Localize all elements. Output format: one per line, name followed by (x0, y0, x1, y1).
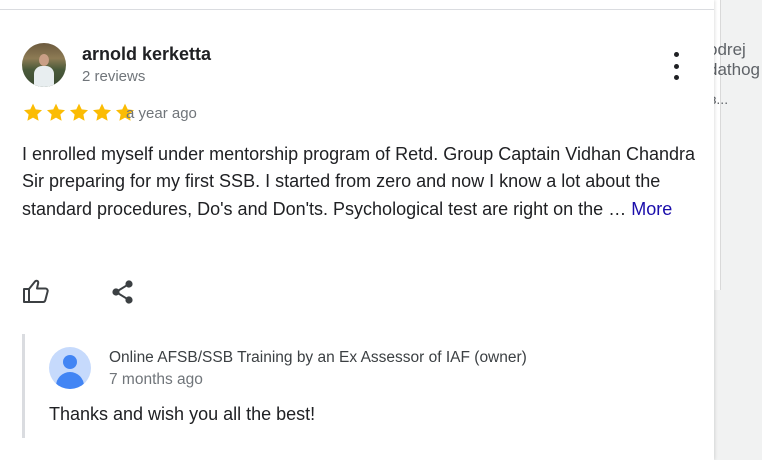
more-vert-icon-dot (673, 75, 679, 80)
thumb-up-icon (23, 279, 49, 303)
more-vert-icon (673, 52, 679, 57)
more-options-button[interactable] (664, 52, 688, 80)
owner-name: Online AFSB/SSB Training by an Ex Assess… (109, 349, 527, 366)
avatar-person-head (39, 54, 49, 66)
review-body: I enrolled myself under mentorship progr… (22, 144, 696, 219)
share-icon (112, 280, 133, 304)
owner-reply-date: 7 months ago (109, 371, 203, 388)
star-icon (92, 103, 112, 121)
owner-reply: Online AFSB/SSB Training by an Ex Assess… (22, 334, 705, 438)
review-date: a year ago (126, 105, 197, 122)
divider (0, 9, 714, 10)
like-button[interactable] (22, 278, 50, 304)
owner-avatar-head (63, 355, 77, 369)
owner-reply-text: Thanks and wish you all the best! (49, 404, 316, 424)
star-icon (23, 103, 43, 121)
review-text: I enrolled myself under mentorship progr… (22, 141, 707, 223)
review-count: 2 reviews (82, 68, 146, 85)
more-vert-icon-dot (673, 63, 679, 69)
reviewer-name[interactable]: arnold kerketta (82, 44, 211, 65)
share-button[interactable] (110, 279, 136, 305)
star-icon (46, 103, 66, 121)
review-card: arnold kerketta 2 reviews a year ago I e… (0, 0, 714, 460)
star-icon (69, 103, 89, 121)
star-rating (22, 102, 136, 123)
avatar-person-body (34, 66, 54, 87)
owner-avatar-body (56, 372, 84, 389)
reviewer-avatar[interactable] (22, 43, 66, 87)
more-link[interactable]: More (631, 199, 672, 219)
owner-avatar (49, 347, 91, 389)
background-text-2: dathog (708, 60, 760, 79)
